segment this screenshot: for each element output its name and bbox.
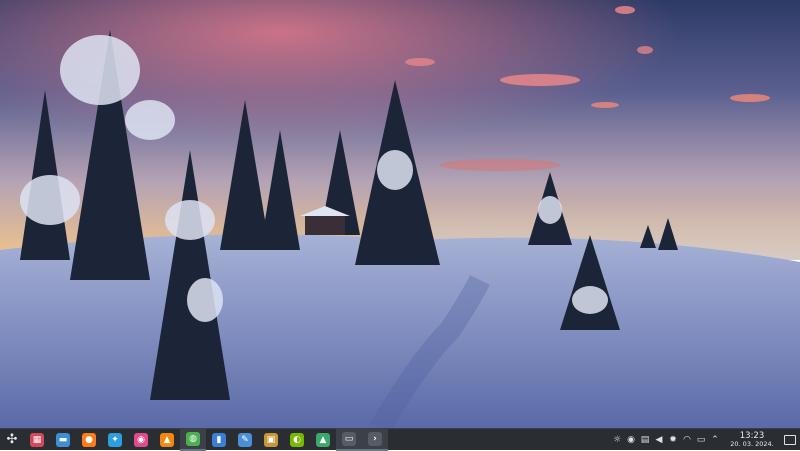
- taskbar-app-archive-tool[interactable]: ▣: [258, 429, 284, 451]
- show-desktop-button[interactable]: [780, 429, 800, 451]
- taskbar-app-kdenlive[interactable]: ✎: [232, 429, 258, 451]
- snowy-forest-sunset-wallpaper: [0, 0, 800, 428]
- battery-icon[interactable]: ▭: [694, 429, 708, 451]
- show-desktop-icon: [784, 434, 796, 445]
- taskbar-app-terminal-b[interactable]: ›: [362, 428, 388, 451]
- firefox-icon: ●: [82, 432, 96, 447]
- desktop-wallpaper: [0, 0, 800, 428]
- nvidia-settings-icon: ◐: [290, 432, 304, 447]
- settings-icon[interactable]: ✹: [666, 429, 680, 451]
- taskbar-app-system-graph[interactable]: ▲: [310, 429, 336, 451]
- clock-date: 20. 03. 2024.: [730, 440, 774, 448]
- archive-tool-icon: ▣: [264, 432, 278, 447]
- system-graph-icon: ▲: [316, 432, 330, 447]
- clipboard-icon[interactable]: ▤: [638, 429, 652, 451]
- taskbar-app-nvidia-settings[interactable]: ◐: [284, 429, 310, 451]
- taskbar-app-discover[interactable]: ✦: [102, 429, 128, 451]
- record-icon[interactable]: ◉: [624, 429, 638, 451]
- discover-icon: ✦: [108, 432, 122, 447]
- system-tray: ☼ ◉ ▤ ◀ ✹ ◠ ▭ ⌃: [610, 429, 722, 451]
- terminal-b-icon: ›: [368, 431, 382, 446]
- volume-icon[interactable]: ◀: [652, 429, 666, 451]
- kde-launcher-icon[interactable]: ✣: [0, 429, 24, 451]
- taskbar-app-text-editor[interactable]: ▮: [206, 429, 232, 451]
- taskbar: ✣ ▦ ▬ ● ✦ ◉ ▲ ◍ ▮ ✎ ▣ ◐ ▲ ▭ › ☼ ◉ ▤ ◀ ✹ ◠ ▭ ⌃ 13:23 20. 03. …: [0, 428, 800, 451]
- digital-clock[interactable]: 13:23 20. 03. 2024.: [726, 430, 778, 448]
- brightness-icon[interactable]: ☼: [610, 429, 624, 451]
- vlc-icon: ▲: [160, 432, 174, 447]
- expand-tray-icon[interactable]: ⌃: [708, 429, 722, 451]
- clock-time: 13:23: [739, 430, 765, 441]
- taskbar-app-file-manager[interactable]: ▬: [50, 429, 76, 451]
- recorder-icon: ◉: [134, 432, 148, 447]
- wifi-icon[interactable]: ◠: [680, 429, 694, 451]
- text-editor-icon: ▮: [212, 432, 226, 447]
- taskbar-app-chrome[interactable]: ◍: [180, 428, 206, 451]
- taskbar-app-firefox[interactable]: ●: [76, 429, 102, 451]
- chrome-icon: ◍: [186, 431, 200, 446]
- kdenlive-icon: ✎: [238, 432, 252, 447]
- taskbar-app-terminal-a[interactable]: ▭: [336, 428, 362, 451]
- file-manager-icon: ▬: [56, 432, 70, 447]
- taskbar-app-vlc[interactable]: ▲: [154, 429, 180, 451]
- task-manager: ▦ ▬ ● ✦ ◉ ▲ ◍ ▮ ✎ ▣ ◐ ▲ ▭ ›: [24, 428, 388, 451]
- taskbar-app-system-monitor[interactable]: ▦: [24, 429, 50, 451]
- taskbar-app-recorder[interactable]: ◉: [128, 429, 154, 451]
- system-monitor-icon: ▦: [30, 432, 44, 447]
- terminal-a-icon: ▭: [342, 431, 356, 446]
